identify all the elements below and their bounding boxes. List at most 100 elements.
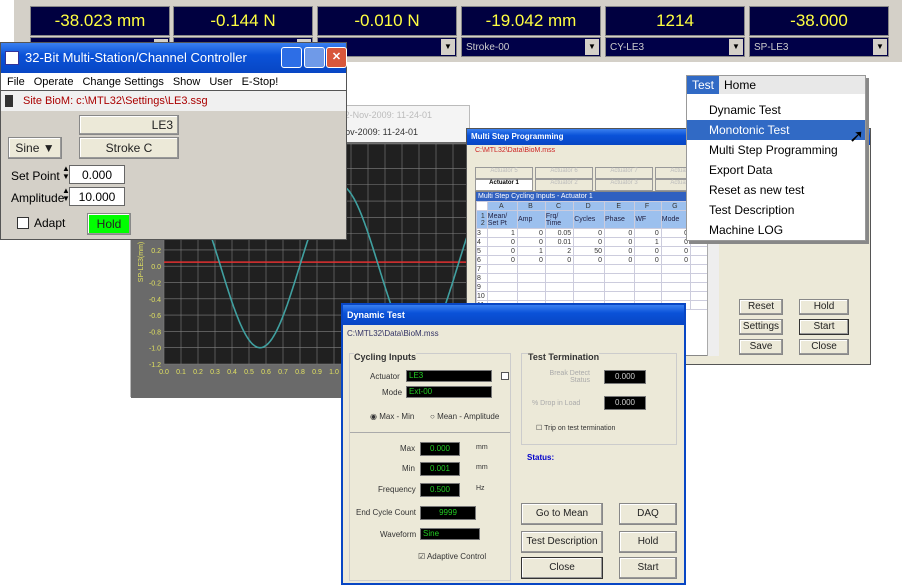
- table-cell[interactable]: [604, 273, 636, 283]
- table-row[interactable]: 5012500002: [476, 246, 716, 256]
- ms-close-button[interactable]: Close: [799, 339, 849, 355]
- table-cell[interactable]: 0: [486, 255, 518, 265]
- table-cell[interactable]: 0: [660, 246, 692, 256]
- end-cycle-input[interactable]: 9999: [420, 506, 476, 520]
- test-description-button[interactable]: Test Description: [521, 531, 603, 553]
- table-cell[interactable]: 0: [634, 246, 662, 256]
- mode-button[interactable]: Stroke C: [79, 137, 179, 159]
- table-cell[interactable]: [573, 273, 606, 283]
- table-cell[interactable]: 0: [544, 255, 575, 265]
- table-cell[interactable]: 0: [486, 246, 518, 256]
- adaptive-control-checkbox[interactable]: ☑ Adaptive Control: [418, 552, 486, 561]
- table-cell[interactable]: 0: [573, 255, 606, 265]
- readout-channel-select[interactable]: Stroke-00 ▼: [461, 37, 601, 57]
- readout-channel-select[interactable]: SP-LE3 ▼: [749, 37, 889, 57]
- table-cell[interactable]: [516, 282, 546, 292]
- drop-load-value[interactable]: 0.000: [604, 396, 646, 410]
- table-cell[interactable]: 0: [660, 255, 692, 265]
- chevron-down-icon[interactable]: ▼: [729, 39, 743, 55]
- menu-item-dynamic-test[interactable]: Dynamic Test: [687, 100, 865, 120]
- table-cell[interactable]: 2: [544, 246, 575, 256]
- table-cell[interactable]: 0: [634, 255, 662, 265]
- table-cell[interactable]: [634, 282, 662, 292]
- table-cell[interactable]: [660, 273, 692, 283]
- go-to-mean-button[interactable]: Go to Mean: [521, 503, 603, 525]
- menu-item-reset-as-new-test[interactable]: Reset as new test: [687, 180, 865, 200]
- table-cell[interactable]: 1: [634, 237, 662, 247]
- table-cell[interactable]: 0: [573, 228, 606, 238]
- menu-item-test-description[interactable]: Test Description: [687, 200, 865, 220]
- table-cell[interactable]: 0: [573, 237, 606, 247]
- table-row[interactable]: 4 0 0 0.01 0 0 1 0: [476, 237, 716, 247]
- table-cell[interactable]: [660, 282, 692, 292]
- table-cell[interactable]: 0.01: [544, 237, 575, 247]
- adapt-checkbox[interactable]: [17, 217, 29, 229]
- table-cell[interactable]: [544, 291, 575, 301]
- table-row[interactable]: 600000000: [476, 255, 716, 265]
- reset-button[interactable]: Reset: [739, 299, 783, 315]
- daq-button[interactable]: DAQ: [619, 503, 677, 525]
- table-cell[interactable]: [486, 291, 518, 301]
- table-cell[interactable]: [660, 264, 692, 274]
- table-cell[interactable]: 1: [516, 246, 546, 256]
- radio-max-min[interactable]: ◉ Max - Min: [370, 412, 414, 421]
- ms-hold-button[interactable]: Hold: [799, 299, 849, 315]
- chevron-down-icon[interactable]: ▼: [441, 39, 455, 55]
- frequency-input[interactable]: 0.500: [420, 483, 460, 497]
- actuator-tab[interactable]: Actuator 1: [475, 179, 533, 191]
- table-cell[interactable]: [660, 291, 692, 301]
- table-cell[interactable]: [634, 264, 662, 274]
- table-row[interactable]: 7: [476, 264, 716, 274]
- maximize-button[interactable]: [304, 47, 325, 68]
- table-cell[interactable]: [604, 264, 636, 274]
- menu-item[interactable]: Operate: [34, 73, 74, 90]
- table-cell[interactable]: 0.05: [544, 228, 575, 238]
- save-button[interactable]: Save: [739, 339, 783, 355]
- controller-titlebar[interactable]: 32-Bit Multi-Station/Channel Controller …: [1, 43, 347, 73]
- table-cell[interactable]: 0: [634, 228, 662, 238]
- chevron-down-icon[interactable]: ▼: [873, 39, 887, 55]
- table-cell[interactable]: 0: [604, 246, 636, 256]
- table-cell[interactable]: [544, 264, 575, 274]
- dt-start-button[interactable]: Start: [619, 557, 677, 579]
- table-cell[interactable]: [486, 273, 518, 283]
- actuator-checkbox[interactable]: [501, 372, 509, 380]
- actuator-select[interactable]: LE3: [406, 370, 492, 382]
- table-cell[interactable]: [544, 273, 575, 283]
- table-cell[interactable]: [604, 282, 636, 292]
- dt-close-button[interactable]: Close: [521, 557, 603, 579]
- table-row[interactable]: 8: [476, 273, 716, 283]
- table-cell[interactable]: [516, 291, 546, 301]
- waveform-dropdown[interactable]: Sine ▼: [8, 137, 62, 159]
- settings-button[interactable]: Settings: [739, 319, 783, 335]
- min-input[interactable]: 0.001: [420, 462, 460, 476]
- amplitude-input[interactable]: [69, 187, 125, 206]
- dynamic-titlebar[interactable]: Dynamic Test: [343, 305, 684, 325]
- menu-item-export-data[interactable]: Export Data: [687, 160, 865, 180]
- table-cell[interactable]: 0: [516, 228, 546, 238]
- actuator-tab[interactable]: Actuator 2: [535, 179, 593, 191]
- table-cell[interactable]: [604, 291, 636, 301]
- table-cell[interactable]: [516, 273, 546, 283]
- radio-mean-amplitude[interactable]: ○ Mean - Amplitude: [430, 412, 499, 421]
- table-cell[interactable]: 0: [604, 255, 636, 265]
- table-row[interactable]: 3100.050000: [476, 228, 716, 238]
- table-cell[interactable]: 1: [486, 228, 518, 238]
- hold-button[interactable]: Hold: [87, 213, 131, 235]
- table-cell[interactable]: [573, 282, 606, 292]
- menu-item-machine-log[interactable]: Machine LOG: [687, 220, 865, 240]
- table-cell[interactable]: 0: [516, 237, 546, 247]
- table-cell[interactable]: 0: [604, 228, 636, 238]
- actuator-tab[interactable]: Actuator 6: [535, 167, 593, 179]
- menu-item[interactable]: File: [7, 73, 25, 90]
- table-cell[interactable]: [486, 264, 518, 274]
- menu-item[interactable]: Show: [173, 73, 201, 90]
- table-cell[interactable]: [634, 291, 662, 301]
- table-cell[interactable]: [486, 282, 518, 292]
- menu-item-monotonic-test[interactable]: Monotonic Test: [687, 120, 865, 140]
- table-cell[interactable]: 0: [486, 237, 518, 247]
- minimize-button[interactable]: [281, 47, 302, 68]
- dt-hold-button[interactable]: Hold: [619, 531, 677, 553]
- actuator-tab[interactable]: Actuator 7: [595, 167, 653, 179]
- readout-channel-select[interactable]: CY-LE3 ▼: [605, 37, 745, 57]
